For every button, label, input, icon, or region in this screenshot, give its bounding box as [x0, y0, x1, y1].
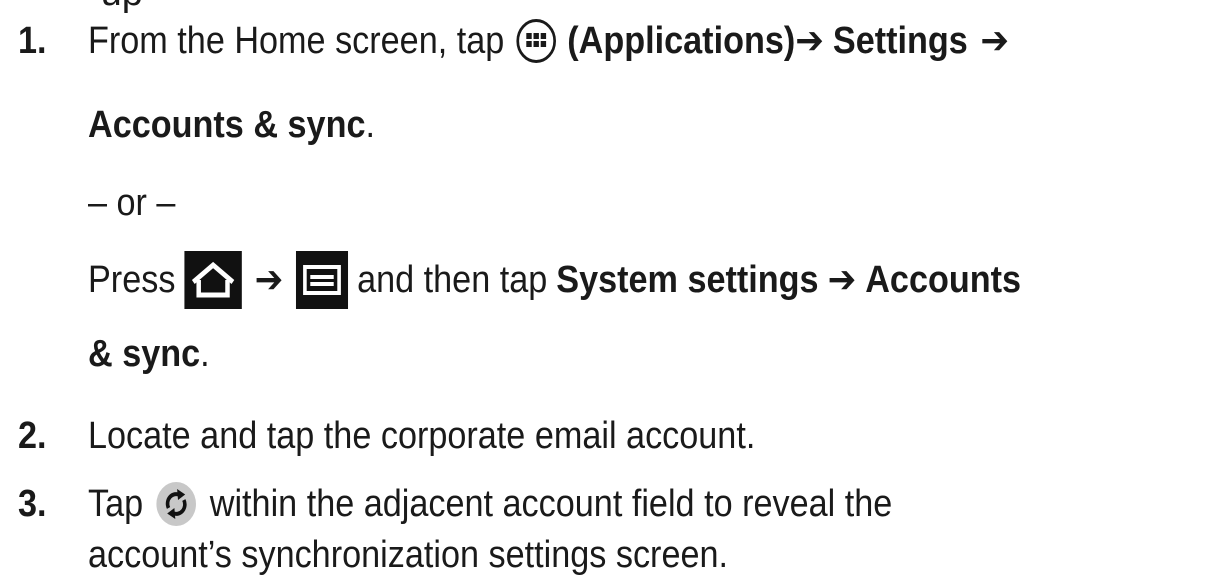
instructions-page: -up 1. From the Home screen, tap (Applic…: [0, 0, 1221, 582]
accounts-label: Accounts: [865, 259, 1022, 301]
step-3-content-2: account’s synchronization settings scree…: [88, 534, 729, 576]
tap-text: Tap: [88, 483, 144, 525]
step-3-number: 3.: [18, 483, 47, 525]
step-2-number: 2.: [18, 415, 47, 457]
and-sync-label: & sync: [88, 333, 201, 375]
step-1-line-5: & sync.: [88, 331, 210, 377]
system-settings-label: System settings: [556, 259, 819, 301]
applications-label: (Applications): [567, 20, 796, 62]
arrow-3: ➔: [254, 259, 284, 301]
step-1-line-2: Accounts & sync.: [88, 102, 375, 148]
step-3-text-b: within the adjacent account field to rev…: [209, 483, 893, 525]
top-cut-text-content: -up: [88, 0, 143, 14]
top-cut-text: -up: [88, 0, 143, 16]
step-1-or: – or –: [88, 180, 175, 226]
step-1-line-1: From the Home screen, tap (Applications)…: [88, 18, 1009, 64]
step-3-line-1: Tap within the adjacent account field to…: [88, 481, 892, 527]
applications-grid-icon: [515, 18, 556, 64]
accounts-sync-label: Accounts & sync: [88, 104, 366, 146]
settings-label: Settings: [832, 20, 968, 62]
arrow-4: ➔: [827, 259, 857, 301]
and-then-tap-text: and then tap: [357, 259, 548, 301]
step-1-text-a: From the Home screen, tap: [88, 20, 505, 62]
step-3-line-2: account’s synchronization settings scree…: [88, 532, 728, 578]
period-2: .: [200, 333, 210, 375]
step-1-line-4: Press ➔ and then tap System settings ➔ A…: [88, 251, 1021, 309]
or-text: – or –: [88, 182, 176, 224]
arrow-2: ➔: [980, 20, 1010, 62]
home-key-icon: [184, 251, 243, 309]
arrow-1: ➔: [795, 20, 824, 62]
step-2-text: Locate and tap the corporate email accou…: [88, 413, 755, 459]
period: .: [365, 104, 375, 146]
step-2-content: Locate and tap the corporate email accou…: [88, 415, 756, 457]
sync-icon: [156, 481, 197, 527]
press-text: Press: [88, 259, 176, 301]
menu-key-icon: [295, 251, 349, 309]
step-1-number: 1.: [18, 20, 47, 62]
